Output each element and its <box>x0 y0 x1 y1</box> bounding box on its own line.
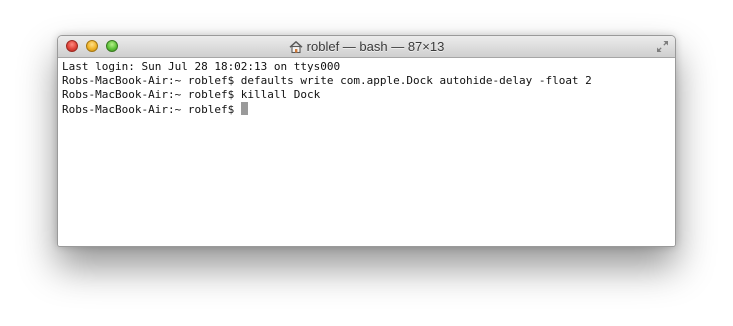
terminal-line: Robs-MacBook-Air:~ roblef$ killall Dock <box>62 88 321 101</box>
text-cursor <box>240 102 248 115</box>
terminal-prompt-line: Robs-MacBook-Air:~ roblef$ <box>62 102 671 116</box>
window-title: roblef — bash — 87×13 <box>306 39 445 54</box>
terminal-content[interactable]: Last login: Sun Jul 28 18:02:13 on ttys0… <box>58 58 675 246</box>
desktop-background: roblef — bash — 87×13 Last login: Sun Ju… <box>0 0 733 326</box>
terminal-line: Last login: Sun Jul 28 18:02:13 on ttys0… <box>62 60 341 73</box>
home-icon <box>289 40 303 53</box>
title-bar[interactable]: roblef — bash — 87×13 <box>58 36 675 58</box>
window-title-group: roblef — bash — 87×13 <box>58 36 675 57</box>
terminal-prompt: Robs-MacBook-Air:~ roblef$ <box>62 103 241 116</box>
terminal-line: Robs-MacBook-Air:~ roblef$ defaults writ… <box>62 74 592 87</box>
fullscreen-icon[interactable] <box>656 40 669 53</box>
terminal-window: roblef — bash — 87×13 Last login: Sun Ju… <box>57 35 676 247</box>
